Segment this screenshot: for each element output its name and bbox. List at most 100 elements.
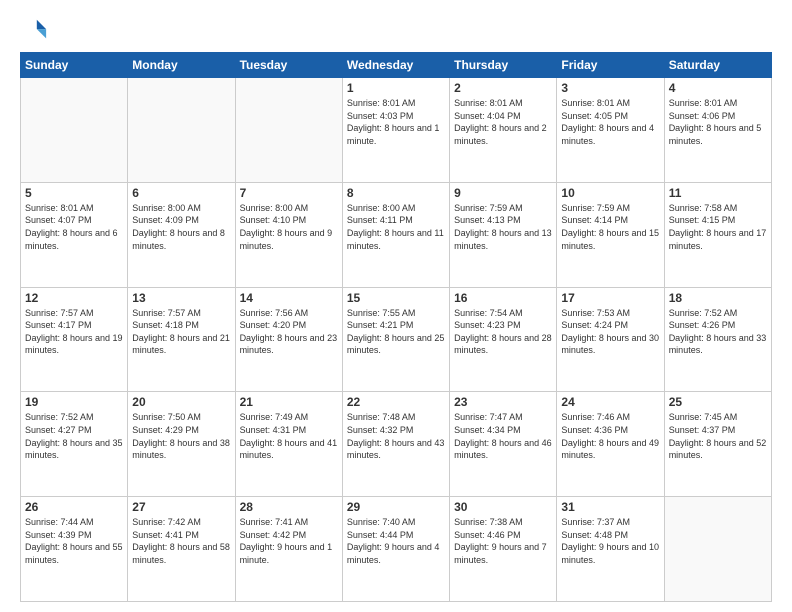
calendar-cell: 11 Sunrise: 7:58 AM Sunset: 4:15 PM Dayli… — [664, 182, 771, 287]
calendar-cell: 29 Sunrise: 7:40 AM Sunset: 4:44 PM Dayli… — [342, 497, 449, 602]
day-number: 9 — [454, 186, 552, 200]
day-info: Sunrise: 7:49 AM Sunset: 4:31 PM Dayligh… — [240, 411, 338, 461]
calendar-cell — [128, 78, 235, 183]
calendar-week-4: 19 Sunrise: 7:52 AM Sunset: 4:27 PM Dayli… — [21, 392, 772, 497]
calendar-cell: 21 Sunrise: 7:49 AM Sunset: 4:31 PM Dayli… — [235, 392, 342, 497]
day-number: 5 — [25, 186, 123, 200]
day-number: 23 — [454, 395, 552, 409]
day-info: Sunrise: 7:44 AM Sunset: 4:39 PM Dayligh… — [25, 516, 123, 566]
calendar-cell: 16 Sunrise: 7:54 AM Sunset: 4:23 PM Dayli… — [450, 287, 557, 392]
calendar-cell: 3Sunrise: 8:01 AM Sunset: 4:05 PM Daylig… — [557, 78, 664, 183]
calendar-week-3: 12Sunrise: 7:57 AM Sunset: 4:17 PM Dayli… — [21, 287, 772, 392]
day-info: Sunrise: 7:45 AM Sunset: 4:37 PM Dayligh… — [669, 411, 767, 461]
calendar-cell: 27 Sunrise: 7:42 AM Sunset: 4:41 PM Dayli… — [128, 497, 235, 602]
calendar-cell: 28 Sunrise: 7:41 AM Sunset: 4:42 PM Dayli… — [235, 497, 342, 602]
calendar-cell: 26 Sunrise: 7:44 AM Sunset: 4:39 PM Dayli… — [21, 497, 128, 602]
day-info: Sunrise: 7:52 AM Sunset: 4:26 PM Dayligh… — [669, 307, 767, 357]
calendar-cell: 25 Sunrise: 7:45 AM Sunset: 4:37 PM Dayli… — [664, 392, 771, 497]
day-info: Sunrise: 8:01 AM Sunset: 4:04 PM Dayligh… — [454, 97, 552, 147]
calendar-cell: 19 Sunrise: 7:52 AM Sunset: 4:27 PM Dayli… — [21, 392, 128, 497]
day-info: Sunrise: 7:54 AM Sunset: 4:23 PM Dayligh… — [454, 307, 552, 357]
day-header-saturday: Saturday — [664, 53, 771, 78]
day-header-thursday: Thursday — [450, 53, 557, 78]
day-info: Sunrise: 7:57 AM Sunset: 4:18 PM Dayligh… — [132, 307, 230, 357]
day-info: Sunrise: 7:58 AM Sunset: 4:15 PM Dayligh… — [669, 202, 767, 252]
day-info: Sunrise: 8:00 AM Sunset: 4:10 PM Dayligh… — [240, 202, 338, 252]
day-number: 19 — [25, 395, 123, 409]
header — [20, 16, 772, 44]
day-number: 4 — [669, 81, 767, 95]
day-number: 7 — [240, 186, 338, 200]
day-info: Sunrise: 8:00 AM Sunset: 4:09 PM Dayligh… — [132, 202, 230, 252]
calendar-cell: 12Sunrise: 7:57 AM Sunset: 4:17 PM Dayli… — [21, 287, 128, 392]
calendar-cell: 14 Sunrise: 7:56 AM Sunset: 4:20 PM Dayli… — [235, 287, 342, 392]
day-info: Sunrise: 7:53 AM Sunset: 4:24 PM Dayligh… — [561, 307, 659, 357]
calendar-cell: 13 Sunrise: 7:57 AM Sunset: 4:18 PM Dayli… — [128, 287, 235, 392]
calendar-cell: 24 Sunrise: 7:46 AM Sunset: 4:36 PM Dayli… — [557, 392, 664, 497]
day-number: 20 — [132, 395, 230, 409]
day-number: 2 — [454, 81, 552, 95]
day-number: 28 — [240, 500, 338, 514]
day-number: 30 — [454, 500, 552, 514]
day-number: 13 — [132, 291, 230, 305]
day-info: Sunrise: 8:01 AM Sunset: 4:06 PM Dayligh… — [669, 97, 767, 147]
calendar-cell: 6 Sunrise: 8:00 AM Sunset: 4:09 PM Daylig… — [128, 182, 235, 287]
day-info: Sunrise: 7:59 AM Sunset: 4:14 PM Dayligh… — [561, 202, 659, 252]
calendar-week-1: 1Sunrise: 8:01 AM Sunset: 4:03 PM Daylig… — [21, 78, 772, 183]
calendar-cell: 4 Sunrise: 8:01 AM Sunset: 4:06 PM Daylig… — [664, 78, 771, 183]
day-number: 1 — [347, 81, 445, 95]
calendar-cell: 5 Sunrise: 8:01 AM Sunset: 4:07 PM Daylig… — [21, 182, 128, 287]
calendar-cell: 8Sunrise: 8:00 AM Sunset: 4:11 PM Daylig… — [342, 182, 449, 287]
day-number: 14 — [240, 291, 338, 305]
day-info: Sunrise: 7:40 AM Sunset: 4:44 PM Dayligh… — [347, 516, 445, 566]
day-number: 12 — [25, 291, 123, 305]
day-info: Sunrise: 7:42 AM Sunset: 4:41 PM Dayligh… — [132, 516, 230, 566]
calendar-cell: 18 Sunrise: 7:52 AM Sunset: 4:26 PM Dayli… — [664, 287, 771, 392]
day-number: 16 — [454, 291, 552, 305]
calendar-cell: 30 Sunrise: 7:38 AM Sunset: 4:46 PM Dayli… — [450, 497, 557, 602]
day-header-wednesday: Wednesday — [342, 53, 449, 78]
day-number: 18 — [669, 291, 767, 305]
day-info: Sunrise: 7:50 AM Sunset: 4:29 PM Dayligh… — [132, 411, 230, 461]
day-header-sunday: Sunday — [21, 53, 128, 78]
day-number: 3 — [561, 81, 659, 95]
day-number: 24 — [561, 395, 659, 409]
day-info: Sunrise: 7:56 AM Sunset: 4:20 PM Dayligh… — [240, 307, 338, 357]
calendar-cell: 17Sunrise: 7:53 AM Sunset: 4:24 PM Dayli… — [557, 287, 664, 392]
calendar-cell: 9Sunrise: 7:59 AM Sunset: 4:13 PM Daylig… — [450, 182, 557, 287]
day-info: Sunrise: 7:52 AM Sunset: 4:27 PM Dayligh… — [25, 411, 123, 461]
day-number: 21 — [240, 395, 338, 409]
day-number: 31 — [561, 500, 659, 514]
calendar-cell: 1Sunrise: 8:01 AM Sunset: 4:03 PM Daylig… — [342, 78, 449, 183]
calendar-table: SundayMondayTuesdayWednesdayThursdayFrid… — [20, 52, 772, 602]
day-info: Sunrise: 7:41 AM Sunset: 4:42 PM Dayligh… — [240, 516, 338, 566]
calendar-cell: 22 Sunrise: 7:48 AM Sunset: 4:32 PM Dayli… — [342, 392, 449, 497]
calendar-cell — [664, 497, 771, 602]
calendar-cell: 15Sunrise: 7:55 AM Sunset: 4:21 PM Dayli… — [342, 287, 449, 392]
logo-icon — [20, 16, 48, 44]
day-number: 27 — [132, 500, 230, 514]
calendar-header-row: SundayMondayTuesdayWednesdayThursdayFrid… — [21, 53, 772, 78]
calendar-week-5: 26 Sunrise: 7:44 AM Sunset: 4:39 PM Dayli… — [21, 497, 772, 602]
day-info: Sunrise: 7:48 AM Sunset: 4:32 PM Dayligh… — [347, 411, 445, 461]
day-number: 22 — [347, 395, 445, 409]
calendar-cell: 7 Sunrise: 8:00 AM Sunset: 4:10 PM Daylig… — [235, 182, 342, 287]
calendar-cell — [21, 78, 128, 183]
day-info: Sunrise: 7:38 AM Sunset: 4:46 PM Dayligh… — [454, 516, 552, 566]
calendar-cell: 2 Sunrise: 8:01 AM Sunset: 4:04 PM Daylig… — [450, 78, 557, 183]
calendar-cell — [235, 78, 342, 183]
day-number: 25 — [669, 395, 767, 409]
day-info: Sunrise: 8:01 AM Sunset: 4:07 PM Dayligh… — [25, 202, 123, 252]
day-number: 29 — [347, 500, 445, 514]
day-info: Sunrise: 8:00 AM Sunset: 4:11 PM Dayligh… — [347, 202, 445, 252]
day-header-monday: Monday — [128, 53, 235, 78]
calendar-cell: 10Sunrise: 7:59 AM Sunset: 4:14 PM Dayli… — [557, 182, 664, 287]
day-header-friday: Friday — [557, 53, 664, 78]
calendar-cell: 23Sunrise: 7:47 AM Sunset: 4:34 PM Dayli… — [450, 392, 557, 497]
calendar-cell: 31Sunrise: 7:37 AM Sunset: 4:48 PM Dayli… — [557, 497, 664, 602]
day-info: Sunrise: 7:55 AM Sunset: 4:21 PM Dayligh… — [347, 307, 445, 357]
day-number: 11 — [669, 186, 767, 200]
day-number: 6 — [132, 186, 230, 200]
day-info: Sunrise: 7:46 AM Sunset: 4:36 PM Dayligh… — [561, 411, 659, 461]
day-number: 26 — [25, 500, 123, 514]
